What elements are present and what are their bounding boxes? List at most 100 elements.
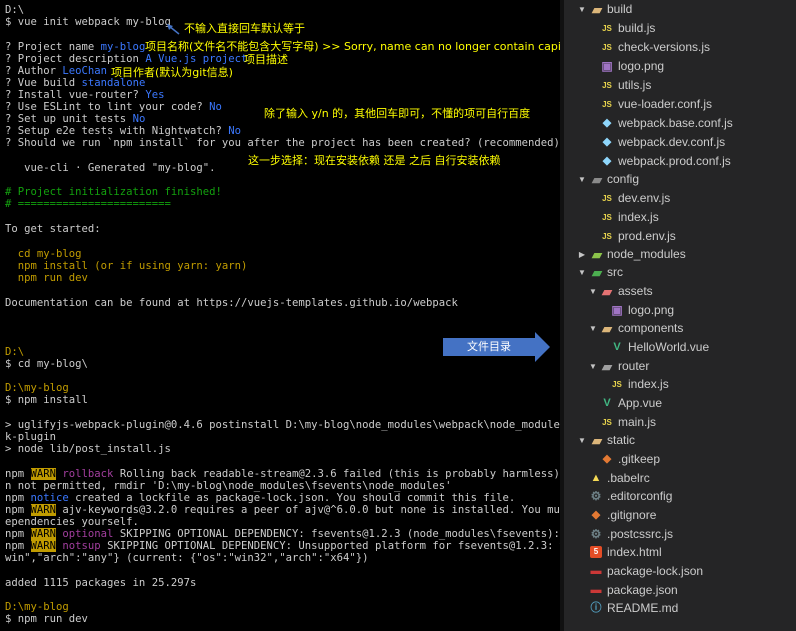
chevron-down-icon[interactable]: ▼: [588, 282, 598, 301]
prompt-question: ? Install vue-router?: [5, 89, 146, 101]
terminal-line: ? Use ESLint to lint your code? No: [5, 101, 222, 113]
folder-router-icon: ▰: [602, 359, 612, 374]
prompt-question: ? Setup e2e tests with Nightwatch?: [5, 125, 229, 137]
terminal-line: D:\my-blog: [5, 382, 69, 394]
tree-file-babelrc[interactable]: ▲ .babelrc: [564, 469, 796, 488]
npm-icon: ▬: [590, 565, 602, 577]
tree-file-main-js[interactable]: JS main.js: [564, 413, 796, 432]
terminal-line: > uglifyjs-webpack-plugin@0.4.6 postinst…: [5, 419, 560, 431]
terminal-line: $ cd my-blog\: [5, 358, 88, 370]
annotation-install-choice: 这一步选择：现在安装依赖 还是 之后 自行安装依赖: [248, 154, 501, 167]
chevron-down-icon[interactable]: ▼: [588, 357, 598, 376]
tree-folder-node-modules[interactable]: ▶ ▰ node_modules: [564, 245, 796, 264]
folder-node-icon: ▰: [592, 247, 602, 262]
tree-file-logo-png[interactable]: ▣ logo.png: [564, 57, 796, 76]
notice-badge: notice: [30, 492, 69, 504]
terminal-line: npm run dev: [5, 272, 88, 284]
warn-text: ajv-keywords@3.2.0 requires a peer of aj…: [56, 504, 560, 516]
tree-file-package-json[interactable]: ▬ package.json: [564, 581, 796, 600]
warn-kind: rollback: [56, 468, 114, 480]
tree-folder-config[interactable]: ▼ ▰ config: [564, 170, 796, 189]
terminal-line: To get started:: [5, 223, 101, 235]
tree-file-postcssrc[interactable]: ⚙ .postcssrc.js: [564, 525, 796, 544]
terminal-line: added 1115 packages in 25.297s: [5, 577, 197, 589]
terminal-line: ependencies yourself.: [5, 516, 139, 528]
prompt-question: ? Project name: [5, 41, 101, 53]
js-icon: JS: [602, 24, 612, 33]
tree-item-label: dev.env.js: [618, 191, 671, 205]
tree-file-webpack-base[interactable]: ◆ webpack.base.conf.js: [564, 114, 796, 133]
chevron-down-icon[interactable]: ▼: [588, 319, 598, 338]
webpack-icon: ◆: [602, 155, 612, 167]
npm-prefix: npm: [5, 528, 31, 540]
tree-item-label: .babelrc: [607, 471, 650, 485]
image-icon: ▣: [601, 59, 613, 73]
tree-file-package-lock[interactable]: ▬ package-lock.json: [564, 562, 796, 581]
js-icon: JS: [602, 418, 612, 427]
tree-folder-assets[interactable]: ▼ ▰ assets: [564, 282, 796, 301]
terminal-line: win","arch":"any"} (current: {"os":"win3…: [5, 552, 369, 564]
terminal-pane[interactable]: D:\ $ vue init webpack my-blog ? Project…: [0, 0, 560, 631]
npm-prefix: npm: [5, 540, 31, 552]
tree-folder-components[interactable]: ▼ ▰ components: [564, 319, 796, 338]
tree-file-prod-env[interactable]: JS prod.env.js: [564, 227, 796, 246]
tree-file-gitignore[interactable]: ◆ .gitignore: [564, 506, 796, 525]
tree-item-label: build: [607, 2, 633, 16]
tree-folder-static[interactable]: ▼ ▰ static: [564, 431, 796, 450]
tree-file-dev-env[interactable]: JS dev.env.js: [564, 189, 796, 208]
terminal-line: $ vue init webpack my-blog: [5, 16, 171, 28]
tree-item-label: package-lock.json: [607, 564, 704, 578]
tree-item-label: src: [607, 265, 623, 279]
tree-item-label: prod.env.js: [618, 229, 676, 243]
terminal-line: ? Setup e2e tests with Nightwatch? No: [5, 125, 241, 137]
folder-open-icon: ▰: [592, 2, 602, 17]
prompt-answer: No: [209, 101, 222, 113]
warn-kind: notsup: [56, 540, 101, 552]
tree-file-utils[interactable]: JS utils.js: [564, 76, 796, 95]
file-explorer[interactable]: ▼ ▰ build JS build.js JS check-versions.…: [564, 0, 796, 631]
terminal-line: cd my-blog: [5, 248, 82, 260]
tree-item-label: index.html: [607, 545, 662, 559]
chevron-right-icon[interactable]: ▶: [577, 245, 587, 264]
tree-file-build-js[interactable]: JS build.js: [564, 19, 796, 38]
tree-folder-build[interactable]: ▼ ▰ build: [564, 0, 796, 19]
tree-file-router-index[interactable]: JS index.js: [564, 375, 796, 394]
chevron-down-icon[interactable]: ▼: [577, 170, 587, 189]
chevron-down-icon[interactable]: ▼: [577, 0, 587, 19]
tree-item-label: index.js: [618, 210, 659, 224]
terminal-line: npm WARN notsup SKIPPING OPTIONAL DEPEND…: [5, 540, 560, 552]
warn-text: Rolling back readable-stream@2.3.6 faile…: [113, 468, 560, 480]
tree-file-assets-logo[interactable]: ▣ logo.png: [564, 301, 796, 320]
tree-item-label: .editorconfig: [607, 489, 673, 503]
tree-item-label: webpack.base.conf.js: [618, 116, 733, 130]
tree-folder-src[interactable]: ▼ ▰ src: [564, 263, 796, 282]
tree-file-webpack-dev[interactable]: ◆ webpack.dev.conf.js: [564, 133, 796, 152]
tree-file-vue-loader[interactable]: JS vue-loader.conf.js: [564, 95, 796, 114]
tree-file-index-js[interactable]: JS index.js: [564, 208, 796, 227]
tree-item-label: assets: [618, 284, 653, 298]
terminal-line: npm WARN rollback Rolling back readable-…: [5, 468, 560, 480]
tree-folder-router[interactable]: ▼ ▰ router: [564, 357, 796, 376]
tree-file-index-html[interactable]: 5 index.html: [564, 543, 796, 562]
js-icon: JS: [602, 213, 612, 222]
webpack-icon: ◆: [602, 136, 612, 148]
annotation-project-description: 项目描述: [244, 53, 288, 66]
terminal-line: ? Project name my-blog: [5, 41, 145, 53]
tree-file-app-vue[interactable]: V App.vue: [564, 394, 796, 413]
tree-file-helloworld[interactable]: V HelloWorld.vue: [564, 338, 796, 357]
tree-item-label: .gitignore: [607, 508, 657, 522]
vue-icon: V: [603, 397, 611, 409]
tree-file-check-versions[interactable]: JS check-versions.js: [564, 38, 796, 57]
git-icon: ◆: [602, 453, 612, 465]
chevron-down-icon[interactable]: ▼: [577, 263, 587, 282]
chevron-down-icon[interactable]: ▼: [577, 431, 587, 450]
tree-file-gitkeep[interactable]: ◆ .gitkeep: [564, 450, 796, 469]
tree-item-label: vue-loader.conf.js: [618, 97, 713, 111]
npm-prefix: npm: [5, 468, 31, 480]
tree-item-label: webpack.dev.conf.js: [618, 135, 726, 149]
tree-file-editorconfig[interactable]: ⚙ .editorconfig: [564, 487, 796, 506]
tree-file-webpack-prod[interactable]: ◆ webpack.prod.conf.js: [564, 152, 796, 171]
tree-file-readme[interactable]: ⓘ README.md: [564, 599, 796, 618]
tree-item-label: package.json: [607, 583, 678, 597]
arrow-left-icon: [167, 24, 180, 35]
